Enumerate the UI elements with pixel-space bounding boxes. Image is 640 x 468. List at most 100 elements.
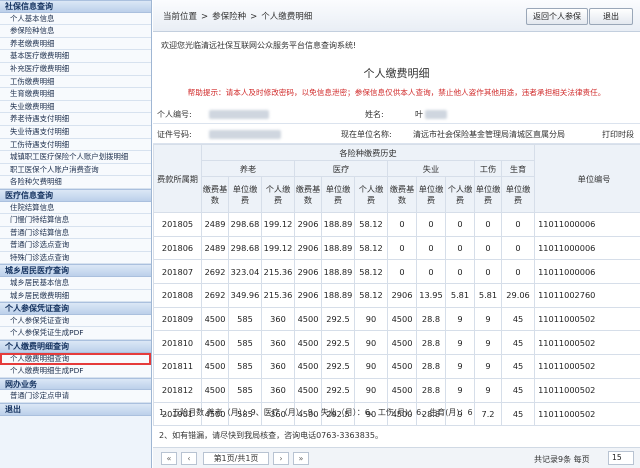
table-cell: 58.12: [354, 283, 388, 308]
injury-unit-header: 单位缴费: [474, 176, 502, 213]
sidebar-section-0[interactable]: 社保信息查询: [0, 0, 151, 13]
table-cell: 58.12: [354, 235, 388, 261]
table-cell: 11011000006: [534, 259, 640, 285]
info-row-1: 个人编号: 姓名: 叶: [153, 104, 640, 124]
unemployment-header: 失业: [387, 160, 475, 177]
table-cell: 2489: [201, 212, 229, 237]
table-cell: 45: [500, 401, 536, 427]
page-size-input[interactable]: 15: [608, 451, 634, 465]
table-cell: 349.96: [228, 283, 262, 308]
table-cell: 4500: [294, 330, 322, 356]
personal-id-label: 个人编号:: [157, 110, 192, 119]
name-value: 叶: [415, 110, 423, 119]
table-cell: 201809: [153, 306, 202, 332]
maternity-header: 生育: [500, 160, 536, 177]
sidebar-item[interactable]: 个人参保凭证生成PDF: [0, 327, 151, 341]
sidebar-item[interactable]: 门慢门特结算信息: [0, 214, 151, 227]
table-row: 201811 4500 585 360 4500 292.5 90 4500 28.8 9 9 45 1…: [153, 354, 640, 379]
table-cell: 11011002760: [534, 283, 640, 308]
breadcrumb-item[interactable]: 个人缴费明细: [261, 12, 312, 22]
medical-header: 医疗: [294, 160, 388, 177]
sidebar-item[interactable]: 城镇职工医疗保险个人账户划拨明细: [0, 151, 151, 164]
table-cell: 201807: [153, 259, 202, 285]
table-cell: 4500: [387, 354, 417, 379]
table-cell: 90: [354, 306, 388, 332]
sidebar-item[interactable]: 工伤缴费明细: [0, 75, 151, 89]
sidebar-item[interactable]: 个人缴费明细查询: [0, 352, 151, 366]
table-cell: 188.89: [321, 259, 355, 285]
table-cell: 4500: [201, 377, 229, 403]
sidebar-item[interactable]: 工伤待遇支付明细: [0, 138, 151, 152]
unemployment-unit-header: 单位缴费: [416, 176, 446, 213]
sidebar-item[interactable]: 城乡居民缴费明细: [0, 289, 151, 303]
period-header: 费款所属期: [153, 144, 202, 213]
pension-unit-header: 单位缴费: [228, 176, 262, 213]
first-page-button[interactable]: «: [161, 452, 177, 465]
breadcrumb-item[interactable]: 参保险种: [212, 12, 246, 22]
sidebar-item[interactable]: 失业缴费明细: [0, 100, 151, 114]
sidebar-item[interactable]: 城乡居民基本信息: [0, 277, 151, 290]
pension-header: 养老: [201, 160, 295, 177]
sidebar-item[interactable]: 普通门诊定点申请: [0, 390, 151, 403]
sidebar-section-3[interactable]: 个人参保凭证查询: [0, 302, 151, 315]
table-cell: 9: [474, 354, 502, 379]
sidebar-item[interactable]: 各险种欠费明细: [0, 176, 151, 189]
next-page-button[interactable]: ›: [273, 452, 289, 465]
table-cell: 45: [500, 330, 536, 356]
back-to-personal-insurance-button[interactable]: 返回个人参保: [526, 8, 588, 25]
sidebar-item[interactable]: 失业待遇支付明细: [0, 125, 151, 139]
table-cell: 0: [445, 212, 475, 237]
sidebar-section-6[interactable]: 退出: [0, 403, 151, 416]
table-cell: 28.8: [416, 377, 446, 403]
sidebar-item[interactable]: 职工医保个人账户消费查询: [0, 163, 151, 177]
sidebar-item[interactable]: 特殊门诊选点查询: [0, 251, 151, 265]
table-cell: 4500: [387, 377, 417, 403]
table-cell: 11011000502: [534, 306, 640, 332]
table-cell: 9: [445, 377, 475, 403]
table-cell: 9: [445, 330, 475, 356]
table-cell: 4500: [387, 330, 417, 356]
sidebar-section-1[interactable]: 医疗信息查询: [0, 188, 151, 202]
table-cell: 9: [474, 377, 502, 403]
table-cell: 201810: [153, 330, 202, 356]
sidebar-section-4[interactable]: 个人缴费明细查询: [0, 340, 151, 353]
sidebar-item[interactable]: 住院结算信息: [0, 201, 151, 215]
table-cell: 5.81: [474, 283, 502, 308]
exit-button[interactable]: 退出: [589, 8, 633, 25]
org-name-value: 清远市社会保险基金管理局清城区直属分局: [413, 130, 565, 139]
table-cell: 188.89: [321, 283, 355, 308]
sidebar-item[interactable]: 个人基本信息: [0, 12, 151, 26]
sidebar-item[interactable]: 基本医疗缴费明细: [0, 50, 151, 63]
sidebar-item[interactable]: 普通门诊结算信息: [0, 226, 151, 240]
sidebar-item[interactable]: 补充医疗缴费明细: [0, 62, 151, 76]
sidebar-section-2[interactable]: 城乡居民医疗查询: [0, 264, 151, 278]
table-cell: 4500: [294, 377, 322, 403]
medical-unit-header: 单位缴费: [321, 176, 355, 213]
table-cell: 0: [474, 259, 502, 285]
table-cell: 9: [474, 330, 502, 356]
table-cell: 298.68: [228, 212, 262, 237]
page-select[interactable]: 第1页/共1页: [203, 452, 269, 465]
table-cell: 0: [387, 235, 417, 261]
last-page-button[interactable]: »: [293, 452, 309, 465]
table-cell: 45: [500, 377, 536, 403]
info-row-2: 证件号码: 现在单位名称: 清远市社会保险基金管理局清城区直属分局 打印时段: [153, 124, 640, 144]
sidebar-item[interactable]: 普通门诊选点查询: [0, 239, 151, 252]
breadcrumb-item[interactable]: 当前位置: [163, 12, 197, 22]
table-cell: 188.89: [321, 235, 355, 261]
unemployment-base-header: 缴费基数: [387, 176, 417, 213]
table-cell: 4500: [201, 306, 229, 332]
sidebar-item[interactable]: 个人缴费明细生成PDF: [0, 365, 151, 378]
sidebar-item[interactable]: 参保险种信息: [0, 25, 151, 38]
table-cell: 45: [500, 306, 536, 332]
sidebar-item[interactable]: 生育缴费明细: [0, 88, 151, 101]
sidebar-item[interactable]: 个人参保凭证查询: [0, 314, 151, 328]
table-row: 201808 2692 349.96 215.36 2906 188.89 58.12 290…: [153, 283, 640, 308]
table-cell: 323.04: [228, 259, 262, 285]
sidebar-section-5[interactable]: 网办业务: [0, 377, 151, 391]
table-cell: 0: [416, 235, 446, 261]
table-cell: 90: [354, 330, 388, 356]
prev-page-button[interactable]: ‹: [181, 452, 197, 465]
sidebar-item[interactable]: 养老待遇支付明细: [0, 113, 151, 126]
sidebar-item[interactable]: 养老缴费明细: [0, 37, 151, 51]
